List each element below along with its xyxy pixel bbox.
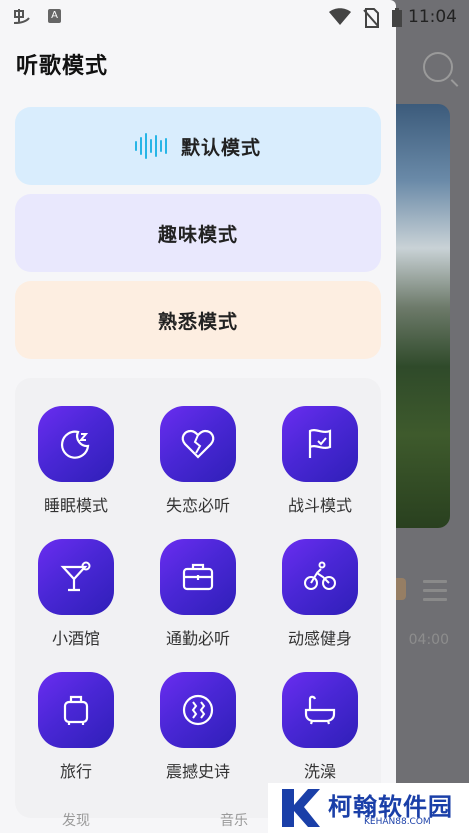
moon-icon: [38, 406, 114, 482]
cyclist-icon: [282, 539, 358, 615]
wifi-icon: [329, 8, 351, 25]
briefcase-icon: [160, 539, 236, 615]
bathtub-icon: [282, 672, 358, 748]
familiar-mode-button[interactable]: 熟悉模式: [15, 281, 381, 359]
scene-commute[interactable]: 通勤必听: [143, 539, 253, 649]
luggage-icon: [38, 672, 114, 748]
scene-sleep[interactable]: 睡眠模式: [21, 406, 131, 516]
listening-mode-drawer: 听歌模式 默认模式 趣味模式 熟悉模式 睡眠模式 失恋必听 战斗模式 小酒馆 通…: [0, 0, 396, 833]
drawer-title: 听歌模式: [16, 54, 109, 79]
scene-label: 洗澡: [303, 762, 336, 781]
app-icon: [12, 7, 32, 27]
default-mode-button[interactable]: 默认模式: [15, 107, 381, 185]
a-icon: A: [48, 9, 61, 23]
scene-label: 动感健身: [287, 629, 352, 648]
scene-label: 小酒馆: [51, 629, 100, 648]
tab-discover[interactable]: 发现: [62, 810, 90, 830]
scene-bath[interactable]: 洗澡: [265, 672, 375, 782]
no-sim-icon: [363, 8, 379, 28]
scene-grid: 睡眠模式 失恋必听 战斗模式 小酒馆 通勤必听 动感健身 旅行 震撼史诗 洗澡: [15, 378, 381, 818]
status-bar: A 11:04: [0, 0, 469, 34]
kehan-logo-icon: [282, 789, 320, 827]
scene-battle[interactable]: 战斗模式: [265, 406, 375, 516]
fun-mode-button[interactable]: 趣味模式: [15, 194, 381, 272]
broken-heart-icon: [160, 406, 236, 482]
fun-mode-label: 趣味模式: [157, 223, 238, 246]
scene-epic[interactable]: 震撼史诗: [143, 672, 253, 782]
scene-label: 战斗模式: [287, 496, 352, 515]
scene-fitness[interactable]: 动感健身: [265, 539, 375, 649]
scene-heartbreak[interactable]: 失恋必听: [143, 406, 253, 516]
status-time: 11:04: [408, 7, 457, 27]
playlist-icon: [423, 580, 447, 602]
scene-tavern[interactable]: 小酒馆: [21, 539, 131, 649]
scene-label: 睡眠模式: [43, 496, 108, 515]
watermark-sub: KEHAN88.COM: [364, 817, 431, 827]
cocktail-icon: [38, 539, 114, 615]
scene-travel[interactable]: 旅行: [21, 672, 131, 782]
scene-label: 失恋必听: [165, 496, 230, 515]
default-mode-label: 默认模式: [180, 136, 261, 159]
scene-label: 旅行: [59, 762, 92, 781]
watermark: 柯翰软件园 KEHAN88.COM: [268, 783, 469, 833]
waveform-icon: [134, 133, 167, 159]
scene-label: 震撼史诗: [165, 762, 230, 781]
familiar-mode-label: 熟悉模式: [157, 310, 238, 333]
search-icon: [423, 52, 453, 82]
vibration-icon: [160, 672, 236, 748]
flag-icon: [282, 406, 358, 482]
tab-music[interactable]: 音乐: [220, 810, 248, 830]
duration-label: 04:00: [408, 632, 449, 648]
scene-label: 通勤必听: [165, 629, 230, 648]
battery-icon: [392, 8, 402, 27]
